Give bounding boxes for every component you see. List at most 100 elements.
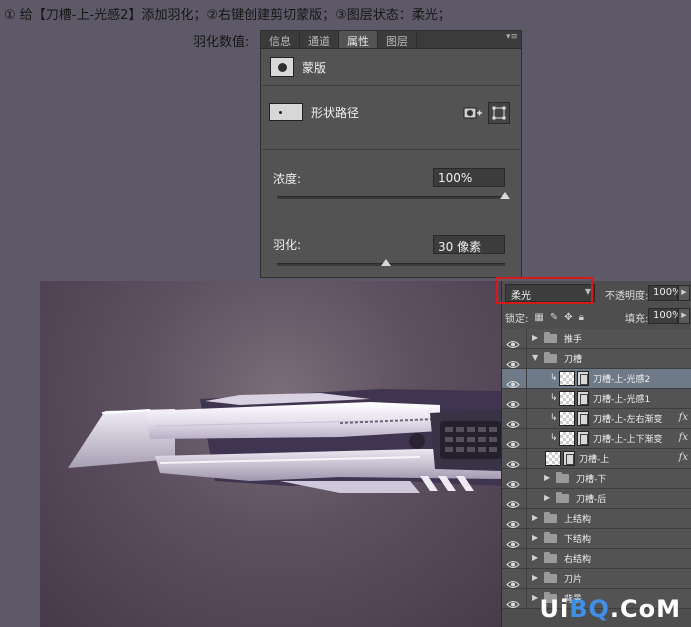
opacity-field[interactable]: 100% [648,285,682,301]
expand-arrow-icon[interactable]: ▶ [532,553,538,562]
expand-arrow-icon[interactable]: ▶ [532,533,538,542]
lock-image-pixels-icon[interactable]: ✎ [550,312,558,323]
visibility-eye-icon[interactable] [506,534,520,548]
layer-name: 刀槽-上-光感1 [593,395,651,405]
folder-icon [544,552,557,563]
visibility-eye-icon[interactable] [506,554,520,568]
tab-channels[interactable]: 通道 [300,31,339,48]
fill-field[interactable]: 100% [648,308,682,324]
clipping-arrow-icon: ↳ [550,393,558,403]
layer-row[interactable]: ▶ 刀槽-下 [502,469,691,489]
panel-menu-icon[interactable]: ▾≡ [506,32,518,42]
blend-mode-select[interactable]: 柔光 ▼ [505,284,595,302]
folder-icon [556,472,569,483]
layer-thumbnail[interactable] [559,431,575,446]
folder-icon [544,572,557,583]
divider [526,449,527,469]
layer-effects-icon[interactable]: fx [679,412,688,423]
document-canvas[interactable] [40,281,501,627]
utility-knife-artwork [68,389,501,493]
visibility-eye-icon[interactable] [506,354,520,368]
vector-mask-thumbnail[interactable] [563,451,575,466]
divider [526,349,527,369]
visibility-eye-icon[interactable] [506,494,520,508]
layer-row[interactable]: ▶ 上结构 [502,509,691,529]
layer-mask-icon[interactable] [270,57,294,77]
visibility-eye-icon[interactable] [506,374,520,388]
expand-arrow-icon[interactable]: ▶ [532,333,538,342]
layer-row[interactable]: ▼ 刀槽 [502,349,691,369]
layer-row[interactable]: ▶ 推手 [502,329,691,349]
collapse-arrow-icon[interactable]: ▼ [532,353,538,362]
layer-row[interactable]: ▶ 右结构 [502,549,691,569]
blend-mode-value: 柔光 [511,291,531,302]
feather-slider[interactable] [277,259,505,266]
visibility-eye-icon[interactable] [506,414,520,428]
layer-row[interactable]: ▶ 下结构 [502,529,691,549]
expand-arrow-icon[interactable]: ▶ [532,593,538,602]
watermark-logo: UiBQ.CoM [539,595,681,623]
layer-thumbnail[interactable] [559,391,575,406]
visibility-eye-icon[interactable] [506,474,520,488]
tab-layers[interactable]: 图层 [378,31,417,48]
tab-properties[interactable]: 属性 [339,31,378,48]
layer-row[interactable]: ▶ 刀槽-后 [502,489,691,509]
layer-thumbnail[interactable] [559,411,575,426]
properties-panel: 信息 通道 属性 图层 ▾≡ 蒙版 形状路径 浓度: 100% 羽化: 30 像… [260,30,522,278]
visibility-eye-icon[interactable] [506,454,520,468]
feather-field[interactable]: 30 像素 [433,235,505,254]
add-mask-icon[interactable] [462,104,484,122]
visibility-eye-icon[interactable] [506,334,520,348]
instruction-text: ① 给【刀槽-上-光感2】添加羽化；②右键创建剪切蒙版；③图层状态：柔光； [4,8,451,23]
divider [262,149,520,150]
clipping-arrow-icon: ↳ [550,433,558,443]
lock-transparent-pixels-icon[interactable]: ▦ [534,312,543,323]
divider [526,469,527,489]
layer-row[interactable]: ↳ 刀槽-上-光感1 [502,389,691,409]
vector-mask-thumbnail[interactable] [577,371,589,386]
divider [526,489,527,509]
visibility-eye-icon[interactable] [506,394,520,408]
expand-arrow-icon[interactable]: ▶ [532,573,538,582]
layer-name: 刀槽-下 [576,475,607,485]
visibility-eye-icon[interactable] [506,574,520,588]
expand-arrow-icon[interactable]: ▶ [544,493,550,502]
tab-info[interactable]: 信息 [261,31,300,48]
vector-mask-thumbnail[interactable] [577,411,589,426]
layer-row[interactable]: ↳ 刀槽-上-光感2 [502,369,691,389]
density-slider-thumb[interactable] [500,192,510,199]
divider [526,329,527,349]
vector-mask-thumbnail[interactable] [577,391,589,406]
fill-dropdown-icon[interactable]: ▶ [678,308,690,324]
expand-arrow-icon[interactable]: ▶ [544,473,550,482]
feather-value-label: 羽化数值: [193,35,250,50]
clipping-arrow-icon: ↳ [550,413,558,423]
visibility-eye-icon[interactable] [506,434,520,448]
layer-effects-icon[interactable]: fx [679,452,688,463]
layer-thumbnail[interactable] [545,451,561,466]
layer-row[interactable]: ▶ 刀片 [502,569,691,589]
divider [526,509,527,529]
visibility-eye-icon[interactable] [506,514,520,528]
lock-all-icon[interactable]: 🔒︎ [579,312,584,323]
layer-row[interactable]: ↳ 刀槽-上-左右渐变 fx [502,409,691,429]
lock-row: 锁定: ▦ ✎ ✥ 🔒︎ [505,309,584,325]
select-vector-mask-icon[interactable] [488,102,510,124]
vector-mask-label: 形状路径 [311,105,360,120]
expand-arrow-icon[interactable]: ▶ [532,513,538,522]
folder-icon [544,532,557,543]
vector-mask-thumbnail[interactable] [269,103,303,121]
layer-row[interactable]: 刀槽-上 fx [502,449,691,469]
layer-effects-icon[interactable]: fx [679,432,688,443]
layer-thumbnail[interactable] [559,371,575,386]
panel-tabbar: 信息 通道 属性 图层 ▾≡ [261,31,521,49]
feather-slider-thumb[interactable] [381,259,392,266]
visibility-eye-icon[interactable] [506,594,520,608]
lock-position-icon[interactable]: ✥ [564,312,572,323]
layer-name: 刀槽-上-左右渐变 [593,415,663,425]
layer-row[interactable]: ↳ 刀槽-上-上下渐变 fx [502,429,691,449]
density-field[interactable]: 100% [433,168,505,187]
vector-mask-thumbnail[interactable] [577,431,589,446]
density-slider[interactable] [277,192,510,199]
opacity-dropdown-icon[interactable]: ▶ [678,285,690,301]
